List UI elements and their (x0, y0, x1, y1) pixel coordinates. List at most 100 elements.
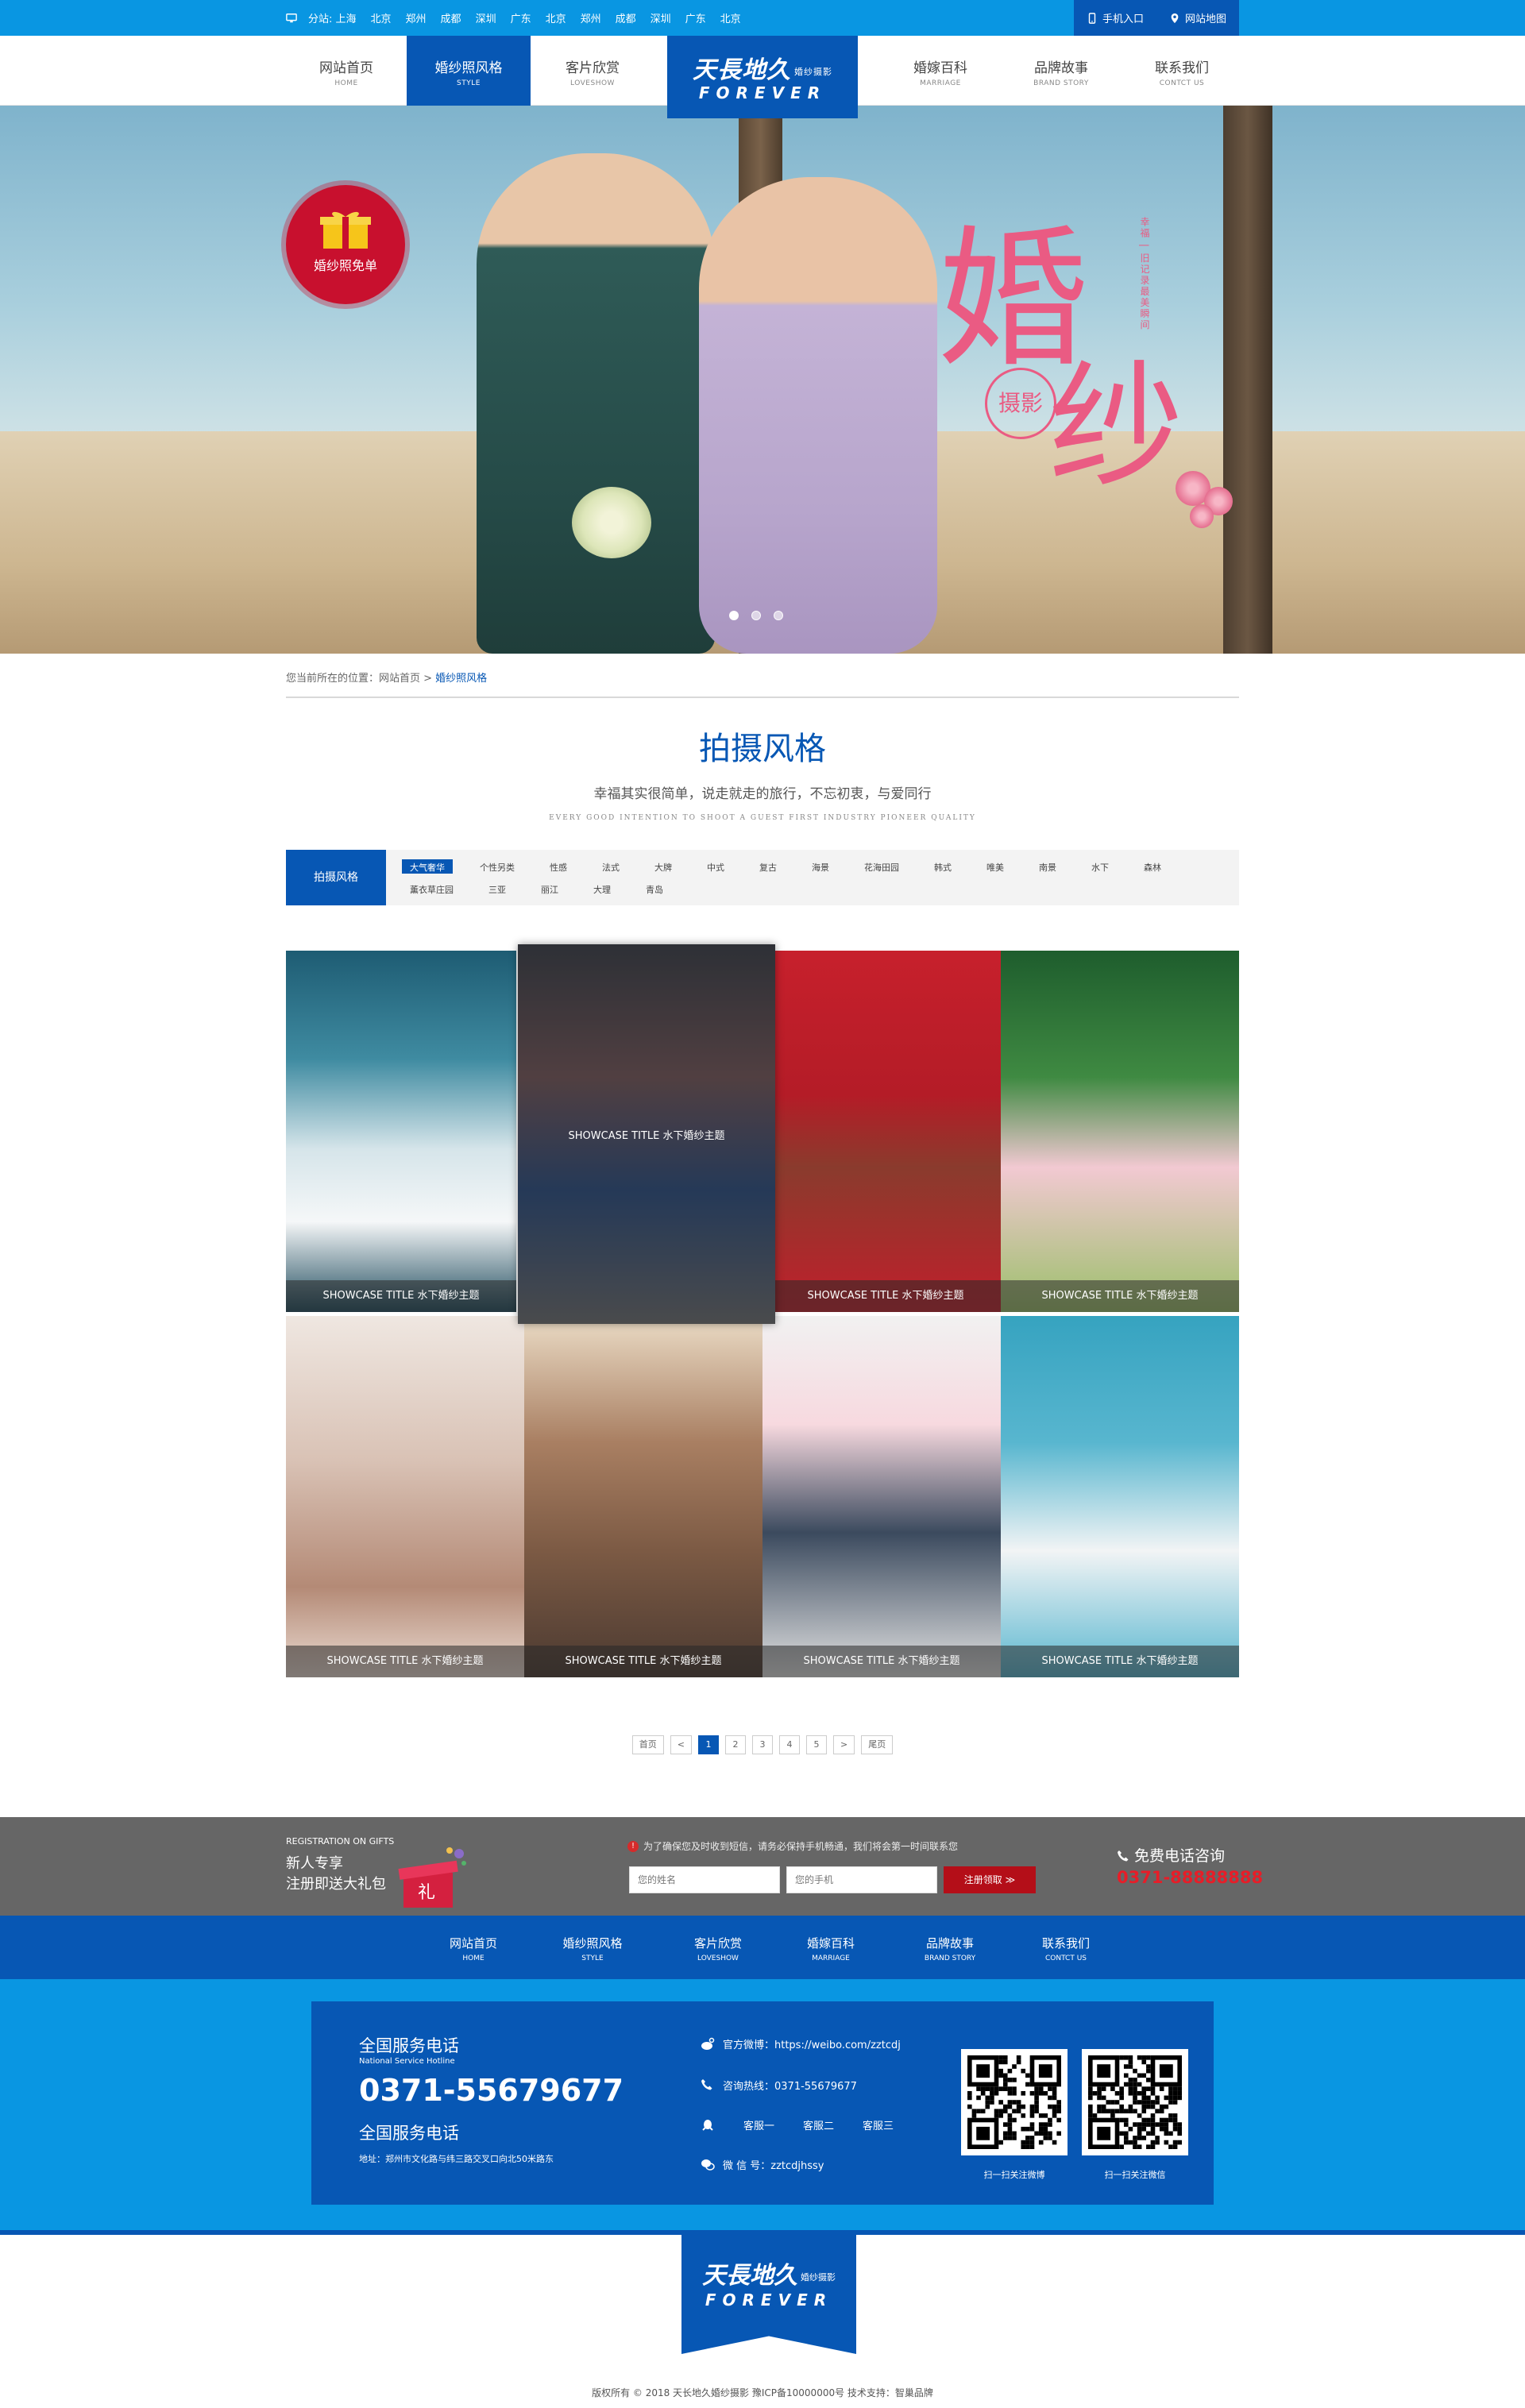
free-photo-badge[interactable]: 婚纱照免单 (286, 185, 405, 304)
page: 分站: 上海 北京 郑州 成都 深圳 广东 北京 郑州 成都 深圳 广东 北京 手机入口 网站地图 … (0, 0, 1525, 2408)
pager-page[interactable]: 2 (725, 1735, 746, 1754)
service-hotline[interactable]: 0371-55679677 (359, 2073, 624, 2108)
showcase-card[interactable]: SHOWCASE TITLE 水下婚纱主题 (770, 951, 1001, 1312)
name-input[interactable]: 您的姓名 (629, 1866, 780, 1893)
city-link[interactable]: 成都 (441, 10, 461, 25)
footer-nav-item[interactable]: 客片欣赏 LOVESHOW (670, 1935, 766, 1962)
section-subtitle-en: EVERY GOOD INTENTION TO SHOOT A GUEST FI… (549, 814, 976, 822)
filter-tag[interactable]: 大理 (585, 882, 619, 896)
showcase-card[interactable]: SHOWCASE TITLE 水下婚纱主题 (518, 944, 775, 1324)
city-link[interactable]: 广东 (511, 10, 531, 25)
wechat-qr-code (1082, 2049, 1188, 2155)
location-pin-icon (1171, 13, 1179, 23)
phone-input[interactable]: 您的手机 (786, 1866, 937, 1893)
phone-icon (701, 2078, 712, 2090)
nav-item-style[interactable]: 婚纱照风格 STYLE (407, 36, 531, 106)
mobile-entry-link[interactable]: 手机入口 (1074, 0, 1156, 36)
footer-nav-item[interactable]: 网站首页 HOME (426, 1935, 521, 1962)
showcase-card[interactable]: SHOWCASE TITLE 水下婚纱主题 (286, 1316, 524, 1677)
pager-prev[interactable]: < (670, 1735, 692, 1754)
breadcrumb-current[interactable]: 婚纱照风格 (435, 673, 487, 685)
city-link[interactable]: 北京 (720, 10, 741, 25)
pager-last[interactable]: 尾页 (861, 1735, 894, 1754)
calligraphy-vertical-text: 幸福 | 旧记录最美瞬间 (1139, 217, 1150, 331)
city-link[interactable]: 成都 (616, 10, 636, 25)
nav-label: 客片欣赏 (566, 60, 620, 76)
slider-dot[interactable] (751, 611, 761, 620)
footer-nav-label-en: HOME (462, 1955, 485, 1962)
footer-nav-item[interactable]: 婚纱照风格 STYLE (545, 1935, 640, 1962)
qq-service-1[interactable]: 客服一 (743, 2117, 774, 2132)
pager-next[interactable]: > (833, 1735, 855, 1754)
filter-tag[interactable]: 丽江 (533, 882, 566, 896)
filter-tag[interactable]: 韩式 (926, 859, 959, 874)
register-button[interactable]: 注册领取 ≫ (944, 1866, 1036, 1893)
filter-tag[interactable]: 大牌 (647, 859, 680, 874)
filter-tag[interactable]: 南景 (1031, 859, 1064, 874)
nav-item-home[interactable]: 网站首页 HOME (284, 36, 408, 106)
section-title: 拍摄风格 (699, 731, 826, 766)
footer-nav-item[interactable]: 品牌故事 BRAND STORY (902, 1935, 998, 1962)
footer-nav-item[interactable]: 婚嫁百科 MARRIAGE (783, 1935, 878, 1962)
pager-page[interactable]: 5 (806, 1735, 827, 1754)
banner-groom-figure (477, 153, 715, 654)
slider-dot[interactable] (774, 611, 783, 620)
filter-tag[interactable]: 唯美 (979, 859, 1012, 874)
main-nav: 网站首页 HOME 婚纱照风格 STYLE 客片欣赏 LOVESHOW 天長地久 婚纱摄… (0, 36, 1525, 118)
filter-tag[interactable]: 花海田园 (856, 859, 907, 874)
footer-nav-label-en: MARRIAGE (812, 1955, 850, 1962)
slider-dot[interactable] (729, 611, 739, 620)
registration-notice: ! 为了确保您及时收到短信，请务必保持手机畅通，我们将会第一时间联系您 (627, 1839, 958, 1853)
free-call-number[interactable]: 0371-88888888 (1117, 1868, 1263, 1887)
city-link[interactable]: 广东 (685, 10, 706, 25)
city-link[interactable]: 郑州 (406, 10, 427, 25)
qq-service-2[interactable]: 客服二 (803, 2117, 834, 2132)
nav-item-brand-story[interactable]: 品牌故事 BRAND STORY (999, 36, 1123, 106)
showcase-card[interactable]: SHOWCASE TITLE 水下婚纱主题 (286, 951, 516, 1312)
weibo-text: 官方微博：https://weibo.com/zztcdj (723, 2039, 901, 2051)
filter-tag[interactable]: 水下 (1083, 859, 1117, 874)
showcase-caption: SHOWCASE TITLE 水下婚纱主题 (286, 1280, 516, 1312)
filter-tag[interactable]: 青岛 (638, 882, 671, 896)
sitemap-link[interactable]: 网站地图 (1156, 0, 1239, 36)
showcase-card[interactable]: SHOWCASE TITLE 水下婚纱主题 (1001, 951, 1239, 1312)
phone-row[interactable]: 咨询热线：0371-55679677 (701, 2078, 857, 2093)
city-link[interactable]: 北京 (371, 10, 392, 25)
pager-page[interactable]: 3 (752, 1735, 773, 1754)
city-link[interactable]: 深圳 (651, 10, 671, 25)
pager-first[interactable]: 首页 (631, 1735, 664, 1754)
filter-tag[interactable]: 中式 (699, 859, 732, 874)
nav-item-loveshow[interactable]: 客片欣赏 LOVESHOW (531, 36, 654, 106)
pager-page[interactable]: 4 (779, 1735, 800, 1754)
nav-item-contact[interactable]: 联系我们 CONTCT US (1120, 36, 1244, 106)
filter-tag[interactable]: 法式 (594, 859, 627, 874)
pager-page[interactable]: 1 (698, 1735, 719, 1754)
showcase-card[interactable]: SHOWCASE TITLE 水下婚纱主题 (1001, 1316, 1239, 1677)
nav-label-en: MARRIAGE (920, 79, 961, 87)
filter-tag[interactable]: 大气奢华 (402, 859, 453, 874)
qr-code-icon (1088, 2055, 1182, 2149)
city-link[interactable]: 深圳 (476, 10, 496, 25)
city-link[interactable]: 郑州 (581, 10, 601, 25)
city-link[interactable]: 北京 (546, 10, 566, 25)
filter-tag[interactable]: 海景 (804, 859, 837, 874)
weibo-row[interactable]: 官方微博：https://weibo.com/zztcdj (701, 2036, 901, 2051)
showcase-card[interactable]: SHOWCASE TITLE 水下婚纱主题 (762, 1316, 1001, 1677)
filter-tag[interactable]: 性感 (542, 859, 575, 874)
footer-nav-label: 联系我们 (1041, 1936, 1090, 1951)
footer-nav-label-en: STYLE (581, 1955, 604, 1962)
nav-item-marriage[interactable]: 婚嫁百科 MARRIAGE (878, 36, 1002, 106)
breadcrumb-prefix: 您当前所在的位置：网站首页 > (286, 673, 436, 685)
filter-tag[interactable]: 个性另类 (472, 859, 523, 874)
footer-logo[interactable]: 天長地久 婚纱摄影 FOREVER (681, 2235, 856, 2354)
filter-tag[interactable]: 森林 (1136, 859, 1169, 874)
filter-tag[interactable]: 薰衣草庄园 (402, 882, 461, 896)
branch-selector[interactable]: 分站: 上海 (286, 10, 357, 25)
qq-service-3[interactable]: 客服三 (863, 2117, 894, 2132)
hero-banner[interactable]: 婚纱照免单 婚 纱 摄影 幸福 | 旧记录最美瞬间 (0, 106, 1525, 654)
showcase-card[interactable]: SHOWCASE TITLE 水下婚纱主题 (524, 1316, 762, 1677)
filter-tag[interactable]: 三亚 (481, 882, 514, 896)
footer-nav-item[interactable]: 联系我们 CONTCT US (1018, 1935, 1114, 1962)
brand-logo[interactable]: 天長地久 婚纱摄影 FOREVER (667, 36, 858, 118)
filter-tag[interactable]: 复古 (751, 859, 785, 874)
